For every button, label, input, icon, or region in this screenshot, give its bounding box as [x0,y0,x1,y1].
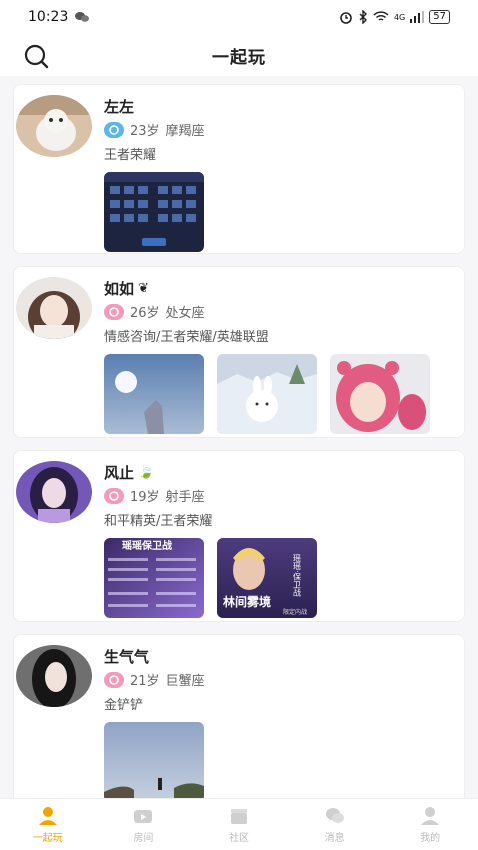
user-age: 21岁 [130,674,160,689]
battery-indicator: 57 [429,10,450,24]
user-card[interactable]: 如如 ❦ 26岁 处女座 情感咨询/王者荣耀/英雄联盟 [13,266,465,438]
photo-thumbnail[interactable] [104,722,204,798]
user-zodiac: 巨蟹座 [165,674,205,689]
clapper-icon [230,809,247,824]
avatar[interactable] [16,95,92,157]
user-card[interactable]: 风止 🍃 19岁 射手座 和平精英/王者荣耀 瑶瑶保卫战 瑶瑶·保卫战 林间雾境… [13,450,465,622]
alarm-icon [340,12,352,24]
chat-icon [325,808,344,823]
female-icon [109,490,119,501]
tab-messages[interactable]: 消息 [305,805,365,844]
user-card[interactable]: 生气气 21岁 巨蟹座 金铲铲 [13,634,465,798]
avatar[interactable] [16,461,92,523]
page-title: 一起玩 [212,47,266,68]
user-name: 如如 [104,279,135,298]
photo-caption: 限定内战 [283,608,307,616]
tab-community[interactable]: 社区 [209,805,269,844]
gender-badge [104,121,124,138]
person-icon [38,807,57,825]
gender-badge [104,487,124,504]
user-age: 23岁 [130,124,160,139]
tab-label: 我的 [420,833,441,844]
photo-caption: 瑶瑶·保卫战 [293,553,302,598]
wifi-icon [373,11,389,21]
tab-label: 房间 [133,833,154,844]
user-card[interactable]: 左左 23岁 摩羯座 王者荣耀 [13,84,465,254]
user-feed[interactable]: 左左 23岁 摩羯座 王者荣耀 如如 ❦ 26岁 处女座 情感咨询/王者荣耀/英… [0,84,478,798]
user-age: 19岁 [130,490,160,505]
name-emoji: 🍃 [138,464,155,480]
tab-label: 消息 [324,833,345,844]
photo-thumbnail[interactable]: 瑶瑶·保卫战 林间雾境 限定内战 [217,538,317,618]
user-name: 生气气 [104,647,150,666]
photo-thumbnail[interactable]: 瑶瑶保卫战 [104,538,204,618]
user-age: 26岁 [130,306,160,321]
user-zodiac: 射手座 [165,490,205,505]
photo-thumbnail[interactable] [330,354,430,434]
male-icon [109,124,119,135]
photo-thumbnail[interactable] [217,354,317,434]
female-icon [109,674,119,685]
wechat-icon [75,12,90,22]
gender-badge [104,671,124,688]
avatar[interactable] [16,645,92,707]
photo-caption: 林间雾境 [223,594,271,609]
tab-label: 社区 [228,833,249,844]
status-time: 10:23 [28,9,69,25]
signal-icon [410,11,425,23]
app-header: 一起玩 [0,34,478,76]
user-name: 左左 [104,97,135,116]
user-tags: 王者荣耀 [104,148,157,163]
photo-thumbnail[interactable] [104,172,204,252]
photo-caption: 瑶瑶保卫战 [122,539,172,552]
photo-thumbnail[interactable] [104,354,204,434]
bluetooth-icon [359,10,367,24]
name-emoji: ❦ [138,280,149,296]
user-tags: 情感咨询/王者荣耀/英雄联盟 [104,330,269,345]
status-bar: 10:23 4G 57 [0,0,478,34]
user-zodiac: 处女座 [165,306,205,321]
user-icon [421,807,440,825]
user-name: 风止 [104,463,135,482]
tab-play-together[interactable]: 一起玩 [18,805,78,844]
user-zodiac: 摩羯座 [165,124,205,139]
tab-label: 一起玩 [32,833,63,844]
tv-icon [134,810,153,823]
tab-mine[interactable]: 我的 [400,805,460,844]
female-icon [109,306,119,317]
network-label: 4G [393,12,406,22]
search-icon[interactable] [22,42,50,70]
gender-badge [104,303,124,320]
bottom-tab-bar: 一起玩 房间 社区 消息 我的 [0,798,478,850]
tab-room[interactable]: 房间 [113,805,173,844]
avatar[interactable] [16,277,92,339]
user-tags: 和平精英/王者荣耀 [104,514,213,529]
user-tags: 金铲铲 [104,698,144,713]
